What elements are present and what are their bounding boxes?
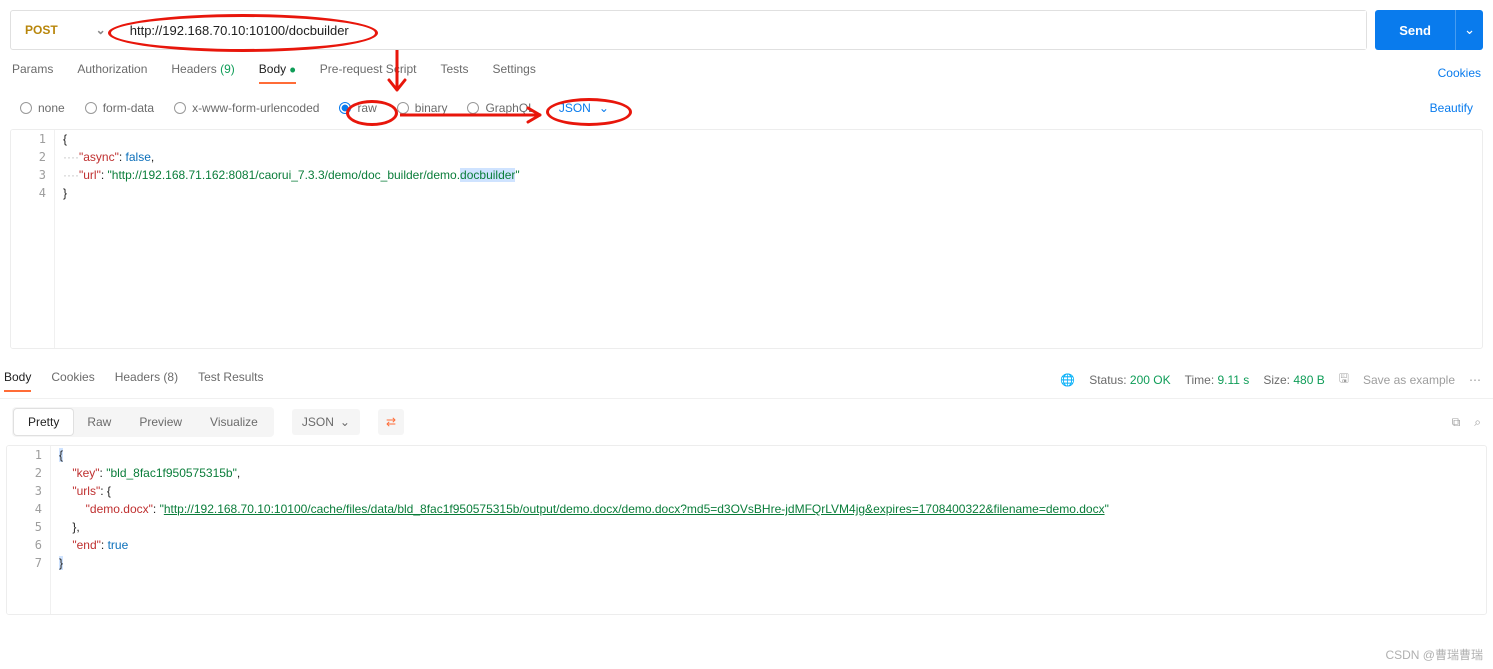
tab-authorization[interactable]: Authorization bbox=[77, 62, 147, 84]
search-icon[interactable]: ⌕ bbox=[1474, 415, 1481, 430]
line-number: 5 bbox=[7, 518, 50, 536]
radio-graphql[interactable]: GraphQL bbox=[467, 101, 534, 115]
send-dropdown[interactable]: ⌄ bbox=[1455, 10, 1483, 50]
method-label: POST bbox=[25, 23, 58, 37]
line-number: 3 bbox=[11, 166, 54, 184]
chevron-down-icon: ⌄ bbox=[599, 101, 609, 115]
chevron-down-icon: ⌄ bbox=[96, 23, 106, 37]
copy-icon[interactable]: ⧉ bbox=[1452, 415, 1461, 430]
radio-xwww[interactable]: x-www-form-urlencoded bbox=[174, 101, 319, 115]
tab-tests[interactable]: Tests bbox=[440, 62, 468, 84]
line-number: 7 bbox=[7, 554, 50, 572]
line-number: 4 bbox=[11, 184, 54, 202]
watermark: CSDN @曹瑞曹瑞 bbox=[1385, 646, 1483, 663]
line-number: 6 bbox=[7, 536, 50, 554]
pill-preview[interactable]: Preview bbox=[125, 409, 196, 435]
more-icon[interactable]: ⋯ bbox=[1469, 373, 1481, 387]
request-body-editor[interactable]: 1 2 3 4 { ····"async": false, ····"url":… bbox=[10, 129, 1483, 349]
line-number: 1 bbox=[7, 446, 50, 464]
method-url-container: POST ⌄ bbox=[10, 10, 1367, 50]
radio-form-data[interactable]: form-data bbox=[85, 101, 154, 115]
body-type-row: none form-data x-www-form-urlencoded raw… bbox=[0, 85, 1493, 129]
pill-raw[interactable]: Raw bbox=[73, 409, 125, 435]
send-button[interactable]: Send bbox=[1375, 10, 1455, 50]
line-number: 4 bbox=[7, 500, 50, 518]
wrap-lines-icon[interactable]: ⇄ bbox=[378, 409, 404, 435]
tab-headers[interactable]: Headers (9) bbox=[171, 62, 234, 84]
radio-none[interactable]: none bbox=[20, 101, 65, 115]
resp-tab-cookies[interactable]: Cookies bbox=[51, 370, 94, 390]
modified-dot-icon: • bbox=[289, 60, 295, 80]
radio-binary[interactable]: binary bbox=[397, 101, 448, 115]
request-tabs: Params Authorization Headers (9) Body • … bbox=[0, 50, 1493, 85]
radio-raw[interactable]: raw bbox=[339, 101, 376, 115]
resp-tab-headers[interactable]: Headers (8) bbox=[115, 370, 178, 390]
tab-settings[interactable]: Settings bbox=[493, 62, 536, 84]
beautify-link[interactable]: Beautify bbox=[1430, 101, 1473, 115]
send-wrapper: Send ⌄ bbox=[1375, 10, 1483, 50]
response-body-editor[interactable]: 1 2 3 4 5 6 7 { "key": "bld_8fac1f950575… bbox=[6, 445, 1487, 615]
method-select[interactable]: POST ⌄ bbox=[11, 11, 118, 49]
line-number: 1 bbox=[11, 130, 54, 148]
line-number: 3 bbox=[7, 482, 50, 500]
save-icon[interactable]: 🖫 bbox=[1339, 369, 1349, 390]
chevron-down-icon: ⌄ bbox=[1464, 22, 1475, 38]
save-as-example[interactable]: Save as example bbox=[1363, 373, 1455, 387]
tab-body[interactable]: Body • bbox=[259, 62, 296, 84]
tab-prerequest[interactable]: Pre-request Script bbox=[320, 62, 417, 84]
globe-icon[interactable]: 🌐 bbox=[1060, 373, 1075, 387]
response-tabs: Body Cookies Headers (8) Test Results 🌐 … bbox=[0, 355, 1493, 398]
chevron-down-icon: ⌄ bbox=[340, 415, 350, 429]
resp-tab-body[interactable]: Body bbox=[4, 370, 31, 390]
line-number: 2 bbox=[11, 148, 54, 166]
resp-tab-test-results[interactable]: Test Results bbox=[198, 370, 263, 390]
pill-pretty[interactable]: Pretty bbox=[14, 409, 73, 435]
response-toolbar: Pretty Raw Preview Visualize JSON ⌄ ⇄ ⧉ … bbox=[0, 398, 1493, 445]
tab-params[interactable]: Params bbox=[12, 62, 53, 84]
raw-type-select[interactable]: JSON ⌄ bbox=[555, 99, 613, 117]
cookies-link[interactable]: Cookies bbox=[1438, 66, 1481, 80]
response-type-select[interactable]: JSON ⌄ bbox=[292, 409, 360, 435]
pill-visualize[interactable]: Visualize bbox=[196, 409, 272, 435]
line-number: 2 bbox=[7, 464, 50, 482]
view-mode-group: Pretty Raw Preview Visualize bbox=[12, 407, 274, 437]
url-input[interactable] bbox=[118, 11, 1366, 49]
